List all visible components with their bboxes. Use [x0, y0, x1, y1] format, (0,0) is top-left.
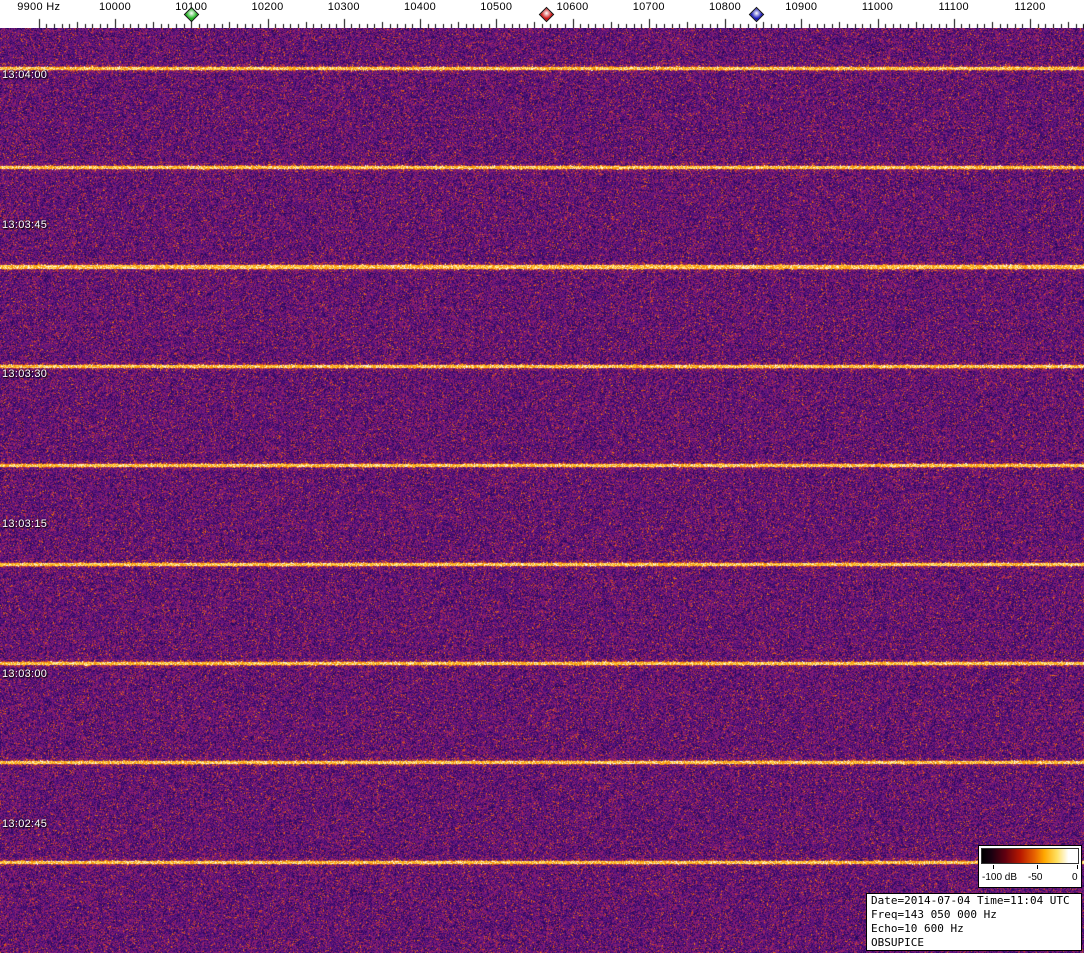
colorbar-legend: -100 dB -50 0 [978, 845, 1082, 888]
freq-tick-label: 11100 [938, 1, 969, 13]
spectrogram-app-window: 9900 Hz100001010010200103001040010500106… [0, 0, 1084, 953]
colorbar-tick [993, 865, 994, 869]
colorbar-min-label: -100 dB [982, 872, 1018, 883]
freq-tick-label: 11000 [861, 1, 894, 13]
colorbar-mid-label: -50 [1028, 872, 1043, 883]
freq-tick-label: 9900 Hz [17, 1, 61, 13]
freq-tick-label: 10400 [403, 1, 437, 13]
info-date-time: Date=2014-07-04 Time=11:04 UTC [871, 894, 1070, 907]
status-info-panel: Date=2014-07-04 Time=11:04 UTC Freq=143 … [866, 893, 1082, 951]
freq-tick-label: 10900 [785, 1, 818, 13]
colorbar-max-label: 0 [1072, 872, 1078, 883]
colorbar-gradient [981, 848, 1079, 864]
colorbar-tick [1037, 865, 1038, 869]
freq-tick-label: 11200 [1014, 1, 1046, 13]
info-station-name: OBSUPICE [871, 936, 924, 949]
freq-tick-label: 10200 [251, 1, 284, 13]
freq-tick-label: 10000 [98, 1, 132, 13]
info-echo: Echo=10 600 Hz [871, 922, 964, 935]
freq-tick-label: 10500 [480, 1, 513, 13]
frequency-ruler[interactable]: 9900 Hz100001010010200103001040010500106… [0, 0, 1084, 28]
freq-tick-label: 10700 [632, 1, 665, 13]
freq-tick-label: 10600 [556, 1, 589, 13]
freq-tick-label: 10300 [327, 1, 360, 13]
colorbar-tick [1077, 865, 1078, 869]
spectrogram-waterfall[interactable] [0, 28, 1084, 953]
info-frequency: Freq=143 050 000 Hz [871, 908, 997, 921]
freq-tick-label: 10800 [708, 1, 742, 13]
